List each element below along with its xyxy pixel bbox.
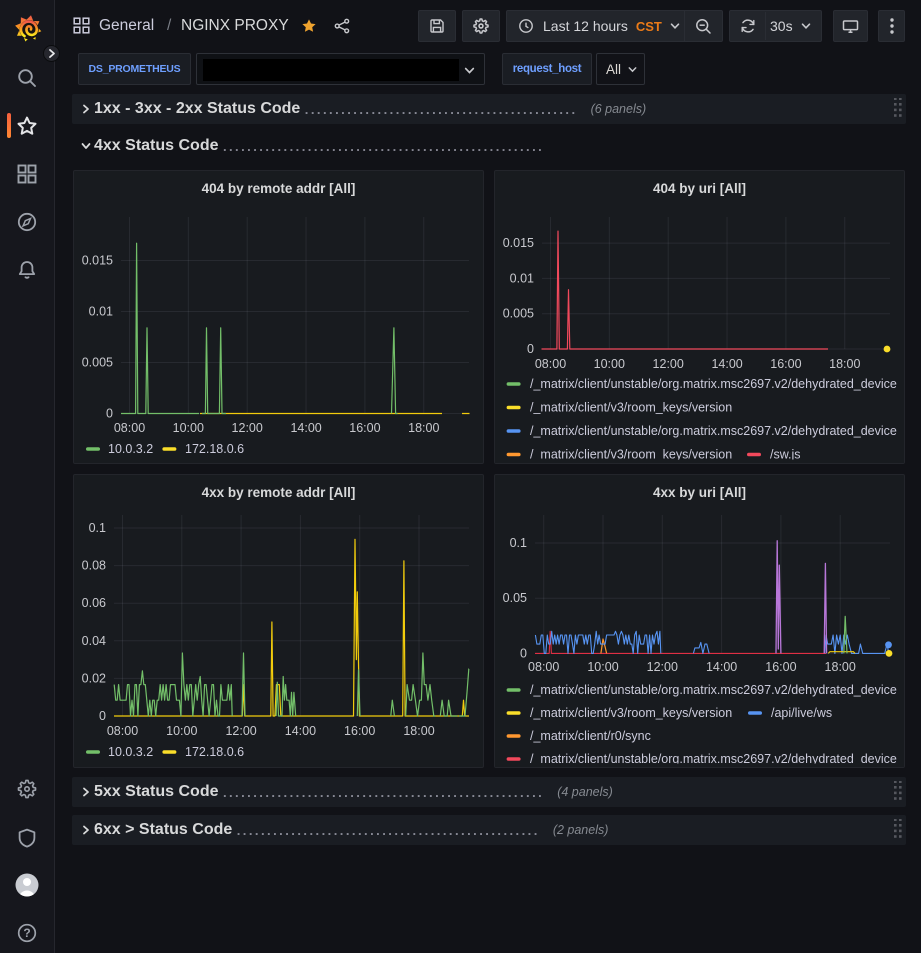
svg-text:16:00: 16:00: [344, 724, 375, 738]
svg-text:18:00: 18:00: [829, 357, 860, 371]
svg-text:?: ?: [23, 926, 30, 940]
svg-text:14:00: 14:00: [711, 357, 742, 371]
svg-text:0.05: 0.05: [503, 591, 527, 605]
svg-text:10:00: 10:00: [166, 724, 197, 738]
svg-text:08:00: 08:00: [107, 724, 138, 738]
svg-text:16:00: 16:00: [349, 421, 380, 435]
svg-text:/api/live/ws: /api/live/ws: [771, 706, 832, 720]
svg-text:16:00: 16:00: [770, 357, 801, 371]
svg-text:14:00: 14:00: [290, 421, 321, 435]
svg-text:12:00: 12:00: [653, 357, 684, 371]
svg-text:12:00: 12:00: [232, 421, 263, 435]
svg-text:0.005: 0.005: [82, 356, 113, 370]
svg-text:/_matrix/client/unstable/org.m: /_matrix/client/unstable/org.matrix.msc2…: [530, 424, 897, 438]
svg-text:0.02: 0.02: [82, 671, 106, 685]
svg-text:08:00: 08:00: [114, 421, 145, 435]
svg-text:/_matrix/client/v3/room_keys/v: /_matrix/client/v3/room_keys/version: [530, 401, 732, 415]
svg-text:0.04: 0.04: [82, 634, 106, 648]
svg-text:0.06: 0.06: [82, 596, 106, 610]
svg-text:0.01: 0.01: [89, 305, 113, 319]
svg-text:12:00: 12:00: [647, 660, 678, 674]
svg-text:10:00: 10:00: [587, 660, 618, 674]
svg-text:0: 0: [527, 342, 534, 356]
svg-text:/_matrix/client/v3/room_keys/v: /_matrix/client/v3/room_keys/version: [530, 706, 732, 720]
svg-text:14:00: 14:00: [285, 724, 316, 738]
svg-text:172.18.0.6: 172.18.0.6: [185, 442, 244, 456]
svg-text:/_matrix/client/r0/sync: /_matrix/client/r0/sync: [530, 729, 651, 743]
svg-text:0: 0: [106, 407, 113, 421]
svg-text:12:00: 12:00: [225, 724, 256, 738]
svg-text:0.01: 0.01: [510, 271, 534, 285]
svg-text:10:00: 10:00: [173, 421, 204, 435]
svg-text:0.005: 0.005: [503, 307, 534, 321]
svg-text:10.0.3.2: 10.0.3.2: [108, 745, 153, 759]
svg-text:16:00: 16:00: [765, 660, 796, 674]
svg-text:/_matrix/client/unstable/org.m: /_matrix/client/unstable/org.matrix.msc2…: [530, 377, 897, 391]
svg-text:10:00: 10:00: [594, 357, 625, 371]
svg-text:18:00: 18:00: [403, 724, 434, 738]
svg-text:0.08: 0.08: [82, 559, 106, 573]
svg-text:10.0.3.2: 10.0.3.2: [108, 442, 153, 456]
svg-text:/_matrix/client/unstable/org.m: /_matrix/client/unstable/org.matrix.msc2…: [530, 683, 897, 697]
svg-text:18:00: 18:00: [408, 421, 439, 435]
svg-text:0: 0: [520, 646, 527, 660]
svg-text:18:00: 18:00: [825, 660, 856, 674]
svg-text:0.1: 0.1: [89, 521, 106, 535]
svg-text:14:00: 14:00: [706, 660, 737, 674]
svg-text:0: 0: [99, 709, 106, 723]
svg-text:0.1: 0.1: [510, 536, 527, 550]
svg-text:08:00: 08:00: [528, 660, 559, 674]
svg-text:0.015: 0.015: [82, 254, 113, 268]
svg-text:172.18.0.6: 172.18.0.6: [185, 745, 244, 759]
svg-text:0.015: 0.015: [503, 236, 534, 250]
svg-text:08:00: 08:00: [535, 357, 566, 371]
